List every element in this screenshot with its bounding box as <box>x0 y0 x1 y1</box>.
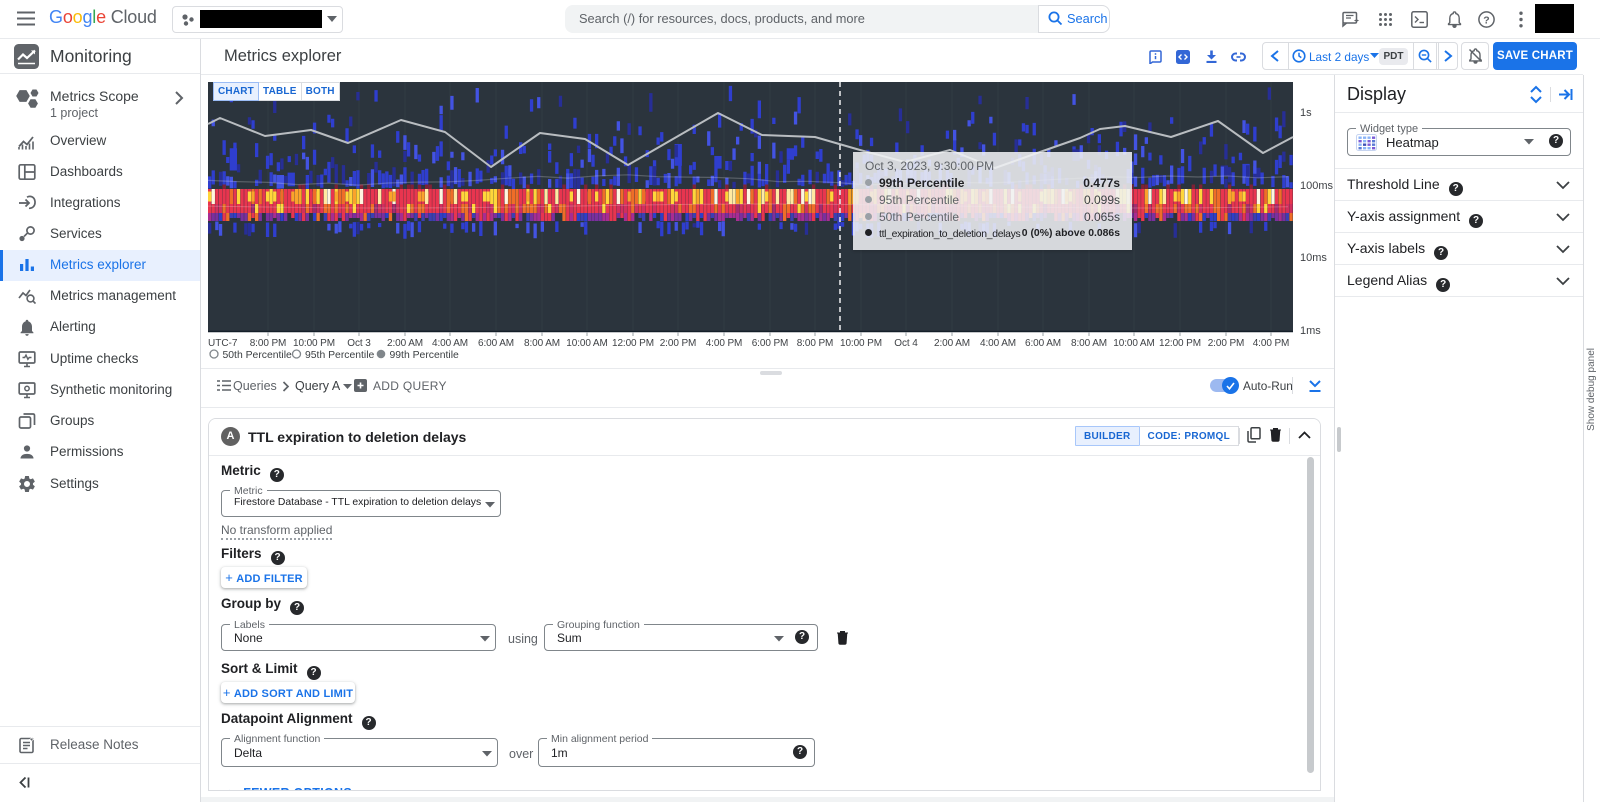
svg-text:2:00 AM: 2:00 AM <box>387 338 423 349</box>
svg-text:6:00 AM: 6:00 AM <box>478 338 514 349</box>
svg-text:10:00 PM: 10:00 PM <box>840 338 882 349</box>
svg-text:10:00 AM: 10:00 AM <box>566 338 607 349</box>
svg-text:Oct 4: Oct 4 <box>894 338 918 349</box>
svg-text:2:00 PM: 2:00 PM <box>660 338 697 349</box>
svg-text:8:00 PM: 8:00 PM <box>797 338 834 349</box>
svg-text:10:00 AM: 10:00 AM <box>1113 338 1154 349</box>
svg-text:12:00 PM: 12:00 PM <box>612 338 654 349</box>
svg-text:4:00 PM: 4:00 PM <box>706 338 743 349</box>
svg-text:10ms: 10ms <box>1300 252 1327 264</box>
svg-text:4:00 PM: 4:00 PM <box>1253 338 1290 349</box>
svg-text:100ms: 100ms <box>1300 180 1334 192</box>
svg-text:?: ? <box>1483 14 1489 26</box>
svg-text:8:00 AM: 8:00 AM <box>524 338 560 349</box>
svg-text:4:00 AM: 4:00 AM <box>432 338 468 349</box>
svg-text:6:00 PM: 6:00 PM <box>752 338 789 349</box>
svg-text:2:00 PM: 2:00 PM <box>1208 338 1245 349</box>
svg-text:1ms: 1ms <box>1300 325 1321 337</box>
svg-text:6:00 AM: 6:00 AM <box>1025 338 1061 349</box>
svg-text:10:00 PM: 10:00 PM <box>293 338 335 349</box>
svg-text:Oct 3: Oct 3 <box>347 338 371 349</box>
svg-text:UTC-7: UTC-7 <box>208 338 238 349</box>
svg-text:1s: 1s <box>1300 107 1312 119</box>
svg-text:99th Percentile: 99th Percentile <box>390 350 460 361</box>
svg-text:12:00 PM: 12:00 PM <box>1159 338 1201 349</box>
svg-text:8:00 AM: 8:00 AM <box>1071 338 1107 349</box>
svg-text:4:00 AM: 4:00 AM <box>980 338 1016 349</box>
svg-text:50th Percentile: 50th Percentile <box>223 350 293 361</box>
svg-text:95th Percentile: 95th Percentile <box>305 350 375 361</box>
svg-text:8:00 PM: 8:00 PM <box>250 338 287 349</box>
svg-text:2:00 AM: 2:00 AM <box>934 338 970 349</box>
